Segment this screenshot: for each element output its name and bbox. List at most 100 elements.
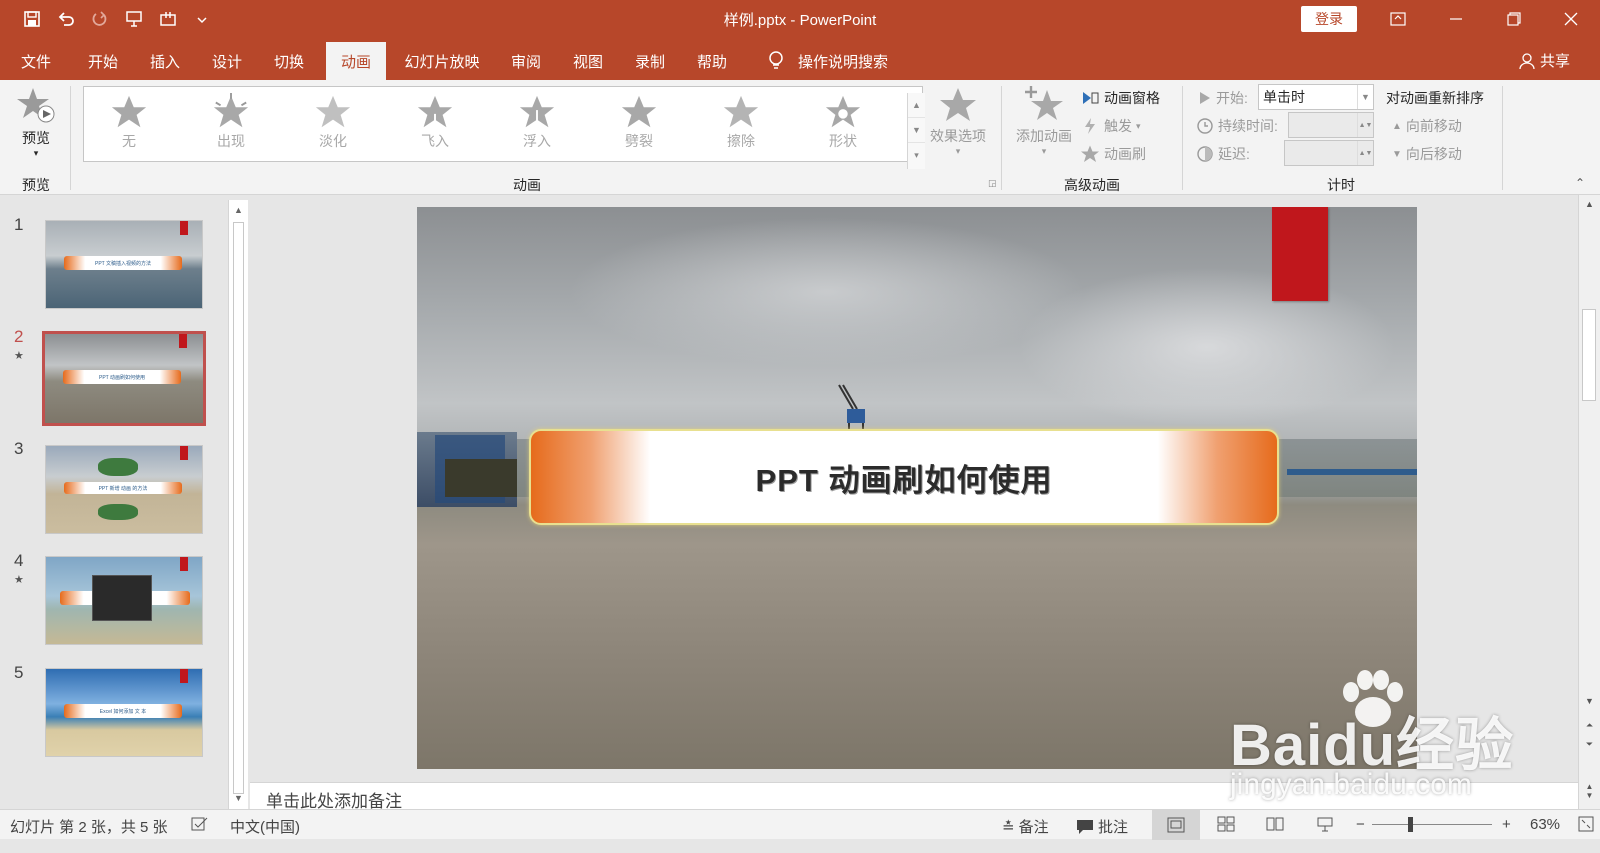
down-arrow-icon: ▼ — [1392, 148, 1402, 160]
next-slide-icon[interactable]: ⏷ — [1579, 735, 1600, 753]
animation-pane-button[interactable]: 动画窗格 — [1080, 88, 1160, 108]
scroll-up-icon[interactable]: ▲ — [1579, 195, 1600, 213]
tab-help[interactable]: 帮助 — [684, 42, 740, 80]
touch-mode-button[interactable] — [154, 6, 182, 32]
fit-to-window-icon[interactable] — [1578, 816, 1594, 832]
ribbon-display-options-button[interactable] — [1369, 0, 1427, 38]
gallery-more-icon[interactable]: ▾ — [908, 143, 925, 168]
slide-thumbnail-3[interactable]: PPT 新增 动画 的方法 — [45, 445, 203, 534]
thumbnails-scrollbar[interactable]: ▲ ▼ — [228, 200, 248, 820]
quick-access-toolbar — [18, 6, 216, 32]
slideshow-view-button[interactable] — [1316, 816, 1334, 832]
tab-slideshow[interactable]: 幻灯片放映 — [396, 42, 488, 80]
animation-painter-button[interactable]: 动画刷 — [1080, 144, 1146, 164]
reading-view-button[interactable] — [1266, 816, 1284, 832]
add-animation-button[interactable]: 添加动画 ▾ — [1012, 84, 1076, 157]
comment-icon — [1077, 819, 1093, 834]
customize-qat-button[interactable] — [188, 6, 216, 32]
slide-thumbnail-2[interactable]: PPT 动画刷如何使用 — [42, 331, 206, 426]
notes-scrollbar[interactable]: ▲ ▼ — [1578, 782, 1600, 809]
slide-thumbnail-4[interactable]: 如何在 ... PPT文档 — [45, 556, 203, 645]
slide-number: 3 — [14, 439, 24, 458]
animation-fly-in[interactable]: 飞入 — [390, 93, 480, 159]
animation-split[interactable]: 劈裂 — [594, 93, 684, 159]
animation-shape[interactable]: 形状 — [798, 93, 888, 159]
start-select[interactable]: 单击时 ▼ — [1258, 84, 1374, 110]
add-animation-label: 添加动画 — [1016, 128, 1072, 144]
tab-design[interactable]: 设计 — [198, 42, 256, 80]
zoom-slider-thumb[interactable] — [1408, 817, 1413, 832]
dialog-launcher-icon[interactable]: ◲ — [988, 178, 997, 189]
login-button[interactable]: 登录 — [1301, 6, 1357, 32]
tab-transitions[interactable]: 切换 — [260, 42, 318, 80]
slide-title-box[interactable]: PPT 动画刷如何使用 — [529, 429, 1279, 525]
scroll-down-icon[interactable]: ▼ — [229, 788, 248, 808]
gallery-scroll[interactable]: ▲ ▼ ▾ — [907, 93, 925, 169]
scroll-down-icon[interactable]: ▼ — [1579, 692, 1600, 710]
gallery-up-icon[interactable]: ▲ — [908, 93, 925, 118]
float-in-star-icon — [519, 95, 555, 128]
delay-input[interactable]: ▲▼ — [1284, 140, 1374, 166]
tell-me-search[interactable]: 操作说明搜索 — [760, 42, 894, 80]
move-later-button[interactable]: ▼ 向后移动 — [1392, 144, 1462, 164]
red-rectangle-shape[interactable] — [1272, 207, 1328, 301]
zoom-slider-track[interactable] — [1372, 824, 1492, 825]
spell-check-icon[interactable] — [191, 816, 209, 832]
tab-home[interactable]: 开始 — [74, 42, 132, 80]
previous-slide-icon[interactable]: ⏶ — [1579, 716, 1600, 734]
save-button[interactable] — [18, 6, 46, 32]
comments-button[interactable]: 批注 — [1076, 816, 1128, 837]
animation-fade[interactable]: 淡化 — [288, 93, 378, 159]
move-later-label: 向后移动 — [1405, 146, 1462, 162]
language-indicator[interactable]: 中文(中国) — [230, 816, 300, 837]
move-earlier-button[interactable]: ▲ 向前移动 — [1392, 116, 1462, 136]
zoom-out-button[interactable]: − — [1356, 816, 1365, 833]
present-button[interactable] — [120, 6, 148, 32]
tab-record[interactable]: 录制 — [622, 42, 678, 80]
animation-none[interactable]: 无 — [84, 93, 174, 159]
minimize-button[interactable] — [1427, 0, 1485, 38]
slideshow-icon — [1317, 817, 1333, 832]
scrollbar-thumb[interactable] — [1582, 309, 1596, 401]
tab-view[interactable]: 视图 — [560, 42, 616, 80]
slide-thumbnail-5[interactable]: Excel 如何添加 文 本 — [45, 668, 203, 757]
slide-thumbnail-1[interactable]: PPT 文稿插入视频的方法 — [45, 220, 203, 309]
animation-split-label: 劈裂 — [625, 133, 653, 149]
fade-star-icon — [315, 95, 351, 128]
duration-label-wrap: 持续时间: — [1196, 116, 1278, 136]
zoom-level[interactable]: 63% — [1530, 816, 1560, 833]
editor-scrollbar[interactable]: ▲ ▼ ⏶ ⏷ — [1578, 195, 1600, 782]
notes-toggle-button[interactable]: ≛ 备注 — [1002, 816, 1049, 837]
scrollbar-thumb[interactable] — [233, 222, 244, 794]
presentation-icon — [126, 11, 142, 27]
tab-insert[interactable]: 插入 — [136, 42, 194, 80]
gallery-down-icon[interactable]: ▼ — [908, 118, 925, 143]
undo-button[interactable] — [52, 6, 80, 32]
scroll-up-icon[interactable]: ▲ — [229, 200, 248, 220]
tab-animations[interactable]: 动画 — [326, 42, 386, 80]
normal-view-button[interactable] — [1152, 810, 1200, 840]
restore-button[interactable] — [1485, 0, 1543, 38]
wipe-star-icon — [723, 95, 759, 128]
shape-star-icon — [825, 95, 861, 128]
effect-options-button[interactable]: 效果选项 ▾ — [926, 84, 990, 157]
animation-float-in[interactable]: 浮入 — [492, 93, 582, 159]
zoom-in-button[interactable]: + — [1502, 816, 1511, 833]
tab-file[interactable]: 文件 — [8, 42, 64, 80]
animation-appear[interactable]: 出现 — [186, 93, 276, 159]
tell-me-label: 操作说明搜索 — [797, 53, 888, 71]
animation-group-label: 动画 — [513, 177, 541, 193]
collapse-ribbon-icon[interactable]: ⌃ — [1575, 176, 1585, 190]
animation-indicator-icon: ★ — [14, 574, 24, 586]
share-button[interactable]: 共享 — [1518, 50, 1570, 71]
preview-button[interactable]: 预览 ▾ — [14, 84, 58, 159]
close-button[interactable] — [1542, 0, 1600, 38]
trigger-button[interactable]: 触发 ▾ — [1080, 116, 1141, 136]
redo-button[interactable] — [86, 6, 114, 32]
tab-review[interactable]: 审阅 — [498, 42, 554, 80]
slide-sorter-view-button[interactable] — [1217, 816, 1235, 832]
move-earlier-label: 向前移动 — [1405, 118, 1462, 134]
preview-group-label: 预览 — [22, 177, 50, 193]
animation-wipe[interactable]: 擦除 — [696, 93, 786, 159]
duration-input[interactable]: ▲▼ — [1288, 112, 1374, 138]
